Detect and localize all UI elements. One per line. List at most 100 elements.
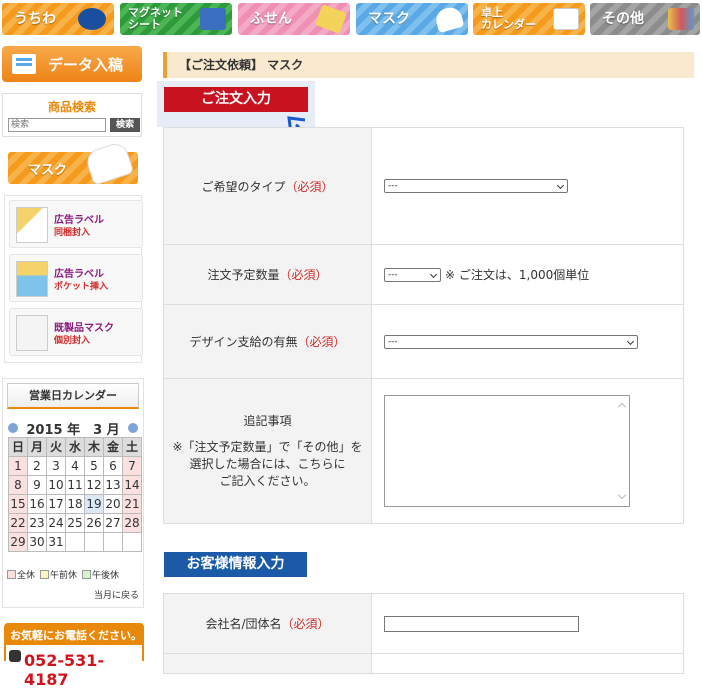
calendar-day-empty — [84, 532, 104, 552]
nav-uchiwa-label: うちわ — [14, 10, 56, 27]
weekday-header: 土 — [122, 437, 142, 457]
type-label-cell: ご希望のタイプ（必須） — [163, 127, 372, 245]
nav-fusen[interactable]: ふせん — [238, 3, 350, 35]
nav-mask-label: マスク — [368, 10, 410, 27]
calendar-legend: 全休 午前休 午後休 — [7, 568, 119, 581]
calendar-day: 13 — [103, 475, 123, 495]
back-to-current-month-link[interactable]: 当月に戻る — [94, 588, 139, 601]
type-select[interactable]: --- — [384, 179, 568, 193]
calendar-day: 22 — [8, 513, 28, 533]
product-thumbnail — [16, 207, 48, 243]
mask-category-label: マスク — [28, 162, 68, 178]
calendar-day: 10 — [46, 475, 66, 495]
legend-swatch — [82, 570, 92, 579]
calendar-title: 営業日カレンダー — [7, 383, 139, 409]
nav-magnet-sheet[interactable]: マグネット シート — [120, 3, 232, 35]
legend-swatch — [40, 570, 50, 579]
calendar-day: 8 — [8, 475, 28, 495]
quantity-note: ※ ご注文は、1,000個単位 — [445, 268, 590, 282]
design-select[interactable]: --- — [384, 334, 638, 349]
calendar-day: 20 — [103, 494, 123, 514]
data-upload-button[interactable]: データ入稿 — [2, 46, 142, 82]
nav-mask[interactable]: マスク — [356, 3, 468, 35]
weekday-header: 火 — [46, 437, 66, 457]
nav-magnet-sheet-label: マグネット シート — [128, 6, 183, 31]
nav-uchiwa[interactable]: うちわ — [2, 3, 114, 35]
business-calendar: 営業日カレンダー 2015 年 3 月 日 月 火 水 木 金 土 1 2 3 … — [2, 378, 144, 608]
calendar-day: 30 — [27, 532, 47, 552]
form-row-design: デザイン支給の有無（必須） --- — [163, 304, 684, 379]
calendar-day: 4 — [65, 456, 85, 476]
quantity-select[interactable]: --- — [384, 267, 441, 282]
product-search-title: 商品検索 — [47, 100, 96, 114]
weekday-header: 水 — [65, 437, 85, 457]
calendar-grid: 日 月 火 水 木 金 土 1 2 3 4 5 6 7 8 9 10 11 12… — [8, 437, 142, 552]
form-row-notes: 追記事項 ※「注文予定数量」で「その他」を 選択した場合には、こちらに ご記入く… — [163, 378, 684, 524]
type-field-cell: --- — [371, 127, 684, 245]
magnet-sheet-icon — [200, 8, 226, 30]
next-month-icon[interactable] — [128, 423, 138, 433]
product-list: 広告ラベル 同梱封入 広告ラベル ポケット挿入 既製品マスク 個別封入 — [4, 195, 143, 363]
calendar-day-empty — [103, 532, 123, 552]
legend-item: 全休 — [7, 568, 35, 581]
product-name: 広告ラベル — [54, 269, 104, 280]
company-input[interactable] — [384, 615, 579, 632]
weekday-header: 日 — [8, 437, 28, 457]
product-item[interactable]: 広告ラベル 同梱封入 — [9, 200, 143, 248]
calendar-icon — [553, 8, 579, 30]
form-row-next — [163, 653, 684, 674]
calendar-day-empty — [122, 532, 142, 552]
nav-others[interactable]: その他 — [590, 3, 700, 35]
breadcrumb: 【ご注文依頼】 マスク — [163, 52, 694, 78]
product-item[interactable]: 既製品マスク 個別封入 — [9, 308, 143, 356]
nav-desk-calendar[interactable]: 卓上 カレンダー — [473, 3, 585, 35]
company-field-cell — [371, 593, 684, 654]
fan-icon — [78, 8, 106, 30]
company-label: 会社名/団体名 — [205, 617, 282, 631]
calendar-day: 31 — [46, 532, 66, 552]
next-label-cell — [163, 653, 372, 674]
calendar-day: 2 — [27, 456, 47, 476]
legend-label: 午前休 — [50, 571, 78, 581]
design-label-cell: デザイン支給の有無（必須） — [163, 304, 372, 379]
product-search-button[interactable]: 検索 — [110, 118, 140, 132]
customer-form-table: 会社名/団体名（必須） — [163, 593, 684, 674]
nav-fusen-label: ふせん — [250, 10, 292, 27]
calendar-day: 17 — [46, 494, 66, 514]
calendar-day: 6 — [103, 456, 123, 476]
calendar-day: 28 — [122, 513, 142, 533]
phone-number[interactable]: 052-531-4187 — [24, 651, 144, 689]
weekday-header: 金 — [103, 437, 123, 457]
calendar-day: 26 — [84, 513, 104, 533]
type-label: ご希望のタイプ — [201, 179, 286, 194]
design-field-cell: --- — [371, 304, 684, 379]
legend-label: 全休 — [17, 571, 36, 581]
misc-items-icon — [668, 8, 694, 30]
product-search-input[interactable] — [8, 118, 106, 132]
mask-category-banner[interactable]: マスク — [8, 140, 138, 186]
calendar-day: 23 — [27, 513, 47, 533]
product-item[interactable]: 広告ラベル ポケット挿入 — [9, 254, 143, 302]
next-field-cell — [371, 653, 684, 674]
required-mark: （必須） — [297, 335, 346, 349]
required-mark: （必須） — [285, 179, 334, 194]
top-navigation: うちわ マグネット シート ふせん マスク 卓上 カレンダー その他 — [0, 0, 702, 38]
calendar-day-today: 19 — [84, 494, 104, 514]
calendar-day: 12 — [84, 475, 104, 495]
nav-desk-calendar-label: 卓上 カレンダー — [481, 6, 536, 31]
calendar-day: 7 — [122, 456, 142, 476]
product-search-box: 商品検索 検索 — [2, 93, 142, 137]
legend-item: 午前休 — [40, 568, 77, 581]
calendar-day: 1 — [8, 456, 28, 476]
calendar-day: 27 — [103, 513, 123, 533]
legend-item: 午後休 — [82, 568, 119, 581]
mask-icon — [83, 140, 135, 186]
quantity-field-cell: --- ※ ご注文は、1,000個単位 — [371, 244, 684, 305]
notes-label: 追記事項 — [243, 414, 292, 428]
calendar-day-empty — [65, 532, 85, 552]
product-name: 広告ラベル — [54, 215, 104, 226]
calendar-day: 16 — [27, 494, 47, 514]
scroll-down-icon[interactable] — [617, 490, 627, 500]
notes-textarea[interactable] — [384, 395, 630, 507]
scroll-up-icon[interactable] — [617, 402, 627, 412]
